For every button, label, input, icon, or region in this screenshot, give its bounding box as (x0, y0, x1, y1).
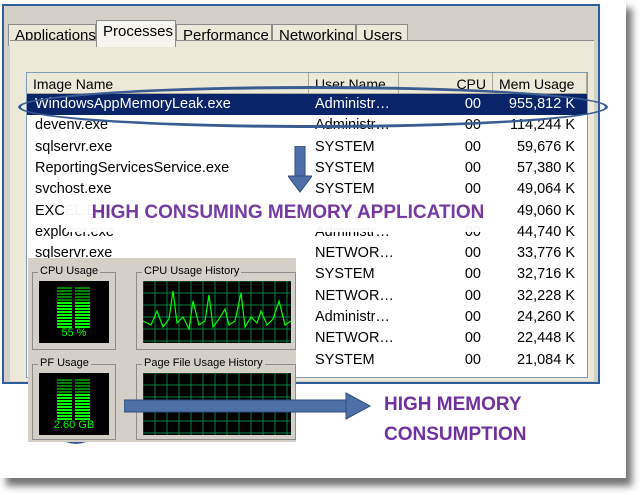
pf-usage-meter: 2.60 GB (39, 373, 109, 435)
cell-user: NETWOR… (315, 287, 394, 304)
cell-user: SYSTEM (315, 266, 375, 283)
callout-high-consuming-app: HIGH CONSUMING MEMORY APPLICATION (66, 194, 510, 232)
cell-mem: 22,448 K (516, 330, 575, 347)
callout-high-memory: HIGH MEMORY CONSUMPTION (372, 384, 586, 456)
pf-usage-group: 2.60 GB (32, 364, 116, 440)
pf-usage-label: PF Usage (38, 357, 91, 370)
cell-mem: 24,260 K (516, 309, 575, 325)
cpu-history-label: CPU Usage History (142, 265, 242, 278)
tab-processes[interactable]: Processes (96, 20, 176, 47)
cell-user: Administr… (315, 309, 390, 325)
cell-user: NETWOR… (315, 330, 394, 347)
cell-cpu: 00 (464, 266, 481, 283)
cell-cpu: 00 (464, 309, 481, 325)
pf-usage-value: 2.60 GB (53, 419, 95, 431)
highlight-ellipse-process (18, 86, 608, 128)
arrow-down-icon (288, 146, 312, 193)
cell-user: SYSTEM (315, 159, 375, 176)
cpu-usage-label: CPU Usage (38, 265, 101, 278)
cell-user: NETWOR… (315, 245, 394, 262)
cell-cpu: 00 (464, 330, 481, 347)
cpu-history-chart (142, 280, 292, 343)
cpu-usage-group: 55 % (32, 272, 116, 350)
cpu-usage-meter: 55 % (39, 281, 109, 343)
cell-mem: 57,380 K (516, 159, 575, 176)
arrow-right-icon (124, 392, 372, 420)
cell-cpu: 00 (464, 159, 481, 176)
cell-user: SYSTEM (315, 138, 375, 155)
cell-cpu: 00 (464, 287, 481, 304)
cell-mem: 33,776 K (516, 245, 575, 262)
cell-name: ReportingServicesService.exe (35, 159, 230, 176)
cpu-usage-value: 55 % (61, 327, 87, 339)
cpu-history-group (136, 272, 296, 350)
cell-name: sqlservr.exe (35, 138, 113, 155)
cell-cpu: 00 (464, 245, 481, 262)
cell-cpu: 00 (464, 351, 481, 368)
cell-user: SYSTEM (315, 351, 375, 368)
cpu-meter-bars (57, 287, 90, 328)
cell-mem: 21,084 K (516, 351, 575, 368)
pf-history-label: Page File Usage History (142, 357, 265, 370)
column-header-mem-usage[interactable]: Mem Usage (493, 73, 587, 93)
callout-high-memory-line1: HIGH MEMORY (384, 394, 522, 415)
cell-mem: 59,676 K (516, 138, 575, 155)
cell-cpu: 00 (464, 138, 481, 155)
cpu-history-graph (142, 280, 292, 343)
pf-meter-bars (57, 379, 90, 420)
cell-mem: 32,716 K (516, 266, 575, 283)
callout-high-memory-line2: CONSUMPTION (384, 424, 527, 445)
cell-mem: 32,228 K (516, 287, 575, 304)
